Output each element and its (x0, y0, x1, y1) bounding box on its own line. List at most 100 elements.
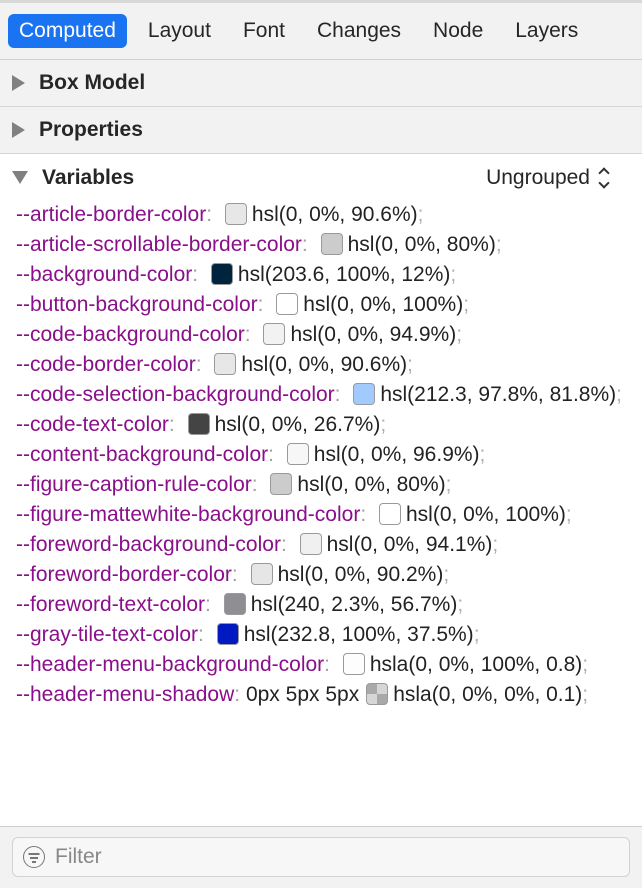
variable-value[interactable]: hsl(0, 0%, 80%) (297, 473, 445, 496)
color-swatch-icon[interactable] (214, 353, 237, 375)
variable-name: --figure-mattewhite-background-color (16, 503, 361, 526)
variable-name: --gray-tile-text-color (16, 623, 199, 646)
semicolon: ; (450, 263, 457, 286)
filter-bar (0, 826, 642, 888)
variable-name: --button-background-color (16, 293, 258, 316)
color-swatch-icon[interactable] (250, 563, 273, 585)
variable-name: --foreword-text-color (16, 593, 206, 616)
variable-value[interactable]: hsl(232.8, 100%, 37.5%) (244, 623, 474, 646)
variable-name: --foreword-border-color (16, 563, 232, 586)
color-swatch-icon[interactable] (223, 593, 246, 615)
colon: : (206, 203, 218, 226)
color-swatch-icon[interactable] (378, 503, 401, 525)
variable-value[interactable]: hsl(0, 0%, 80%) (348, 233, 496, 256)
variable-row[interactable]: --header-menu-background-color: hsla(0, … (16, 650, 632, 680)
disclosure-triangle-icon[interactable] (12, 171, 28, 184)
color-swatch-icon[interactable] (187, 413, 210, 435)
colon: : (244, 323, 257, 346)
tab-changes[interactable]: Changes (306, 14, 412, 48)
semicolon: ; (479, 443, 486, 466)
semicolon: ; (582, 683, 589, 706)
semicolon: ; (492, 533, 499, 556)
color-swatch-icon[interactable] (342, 653, 365, 675)
tab-layout[interactable]: Layout (137, 14, 222, 48)
colon: : (301, 233, 314, 256)
color-swatch-icon[interactable] (276, 293, 299, 315)
variable-row[interactable]: --code-background-color: hsl(0, 0%, 94.9… (16, 320, 632, 350)
variable-value[interactable]: hsla(0, 0%, 100%, 0.8) (370, 653, 582, 676)
semicolon: ; (565, 503, 572, 526)
color-swatch-icon[interactable] (353, 383, 376, 405)
color-swatch-icon[interactable] (210, 263, 233, 285)
section-title: Properties (39, 118, 143, 141)
tab-node[interactable]: Node (422, 14, 494, 48)
variable-row[interactable]: --article-scrollable-border-color: hsl(0… (16, 230, 632, 260)
variable-value[interactable]: hsl(0, 0%, 96.9%) (314, 443, 480, 466)
variable-value[interactable]: hsl(240, 2.3%, 56.7%) (251, 593, 458, 616)
variable-value[interactable]: hsl(203.6, 100%, 12%) (238, 263, 450, 286)
variable-row[interactable]: --article-border-color: hsl(0, 0%, 90.6%… (16, 200, 632, 230)
color-swatch-icon[interactable] (320, 233, 343, 255)
semicolon: ; (456, 323, 463, 346)
variable-value[interactable]: hsl(0, 0%, 26.7%) (215, 413, 381, 436)
variable-row[interactable]: --code-selection-background-color: hsl(2… (16, 380, 632, 410)
color-swatch-icon[interactable] (286, 443, 309, 465)
variable-row[interactable]: --header-menu-shadow: 0px 5px 5px hsla(0,… (16, 680, 632, 710)
disclosure-triangle-icon[interactable] (12, 122, 25, 138)
color-swatch-icon[interactable] (299, 533, 322, 555)
variable-value[interactable]: hsl(0, 0%, 94.1%) (327, 533, 493, 556)
color-swatch-icon[interactable] (270, 473, 293, 495)
variable-name: --content-background-color (16, 443, 269, 466)
variable-row[interactable]: --figure-mattewhite-background-color: hs… (16, 500, 632, 530)
semicolon: ; (407, 353, 413, 376)
variable-row[interactable]: --content-background-color: hsl(0, 0%, 9… (16, 440, 632, 470)
semicolon: ; (463, 293, 470, 316)
color-swatch-icon[interactable] (216, 623, 239, 645)
variable-name: --figure-caption-rule-color (16, 473, 252, 496)
variable-value[interactable]: hsl(0, 0%, 90.6%) (252, 203, 418, 226)
variable-value[interactable]: hsla(0, 0%, 0%, 0.1) (393, 683, 582, 706)
colon: : (198, 623, 210, 646)
section-properties[interactable]: Properties (0, 107, 642, 154)
semicolon: ; (495, 233, 502, 256)
tab-computed[interactable]: Computed (8, 14, 127, 48)
variable-row[interactable]: --background-color: hsl(203.6, 100%, 12%… (16, 260, 632, 290)
colon: : (268, 443, 280, 466)
filter-field[interactable] (12, 837, 630, 877)
variable-value[interactable]: hsl(0, 0%, 100%) (406, 503, 566, 526)
color-swatch-icon[interactable] (224, 203, 247, 225)
variable-row[interactable]: --foreword-border-color: hsl(0, 0%, 90.2… (16, 560, 632, 590)
variable-value[interactable]: hsl(0, 0%, 94.9%) (290, 323, 456, 346)
section-variables[interactable]: Variables Ungrouped (0, 154, 642, 201)
color-swatch-icon[interactable] (263, 323, 286, 345)
section-box-model[interactable]: Box Model (0, 60, 642, 107)
semicolon: ; (473, 623, 480, 646)
disclosure-triangle-icon[interactable] (12, 75, 25, 91)
grouping-select[interactable]: Ungrouped (486, 166, 610, 190)
semicolon: ; (380, 413, 387, 436)
colon: : (234, 683, 246, 706)
variable-value[interactable]: hsl(212.3, 97.8%, 81.8%) (380, 383, 616, 406)
semicolon: ; (417, 203, 424, 226)
variable-row[interactable]: --foreword-background-color: hsl(0, 0%, … (16, 530, 632, 560)
tab-font[interactable]: Font (232, 14, 296, 48)
filter-input[interactable] (55, 845, 615, 869)
variable-value[interactable]: hsl(0, 0%, 100%) (303, 293, 463, 316)
variable-row[interactable]: --foreword-text-color: hsl(240, 2.3%, 56… (16, 590, 632, 620)
colon: : (257, 293, 270, 316)
variable-row[interactable]: --code-text-color: hsl(0, 0%, 26.7%); (16, 410, 632, 440)
variable-row[interactable]: --figure-caption-rule-color: hsl(0, 0%, … (16, 470, 632, 500)
colon: : (231, 563, 244, 586)
variable-name: --background-color (16, 263, 193, 286)
variable-value[interactable]: hsl(0, 0%, 90.2%) (278, 563, 444, 586)
variable-row[interactable]: --gray-tile-text-color: hsl(232.8, 100%,… (16, 620, 632, 650)
variable-name: --header-menu-shadow (16, 683, 235, 706)
variable-row[interactable]: --button-background-color: hsl(0, 0%, 10… (16, 290, 632, 320)
color-swatch-icon[interactable] (366, 683, 389, 705)
variable-value[interactable]: hsl(0, 0%, 90.6%) (241, 353, 407, 376)
tab-layers[interactable]: Layers (504, 14, 589, 48)
semicolon: ; (616, 383, 622, 406)
semicolon: ; (443, 563, 450, 586)
variable-row[interactable]: --code-border-color: hsl(0, 0%, 90.6%); (16, 350, 632, 380)
variable-name: --code-background-color (16, 323, 245, 346)
